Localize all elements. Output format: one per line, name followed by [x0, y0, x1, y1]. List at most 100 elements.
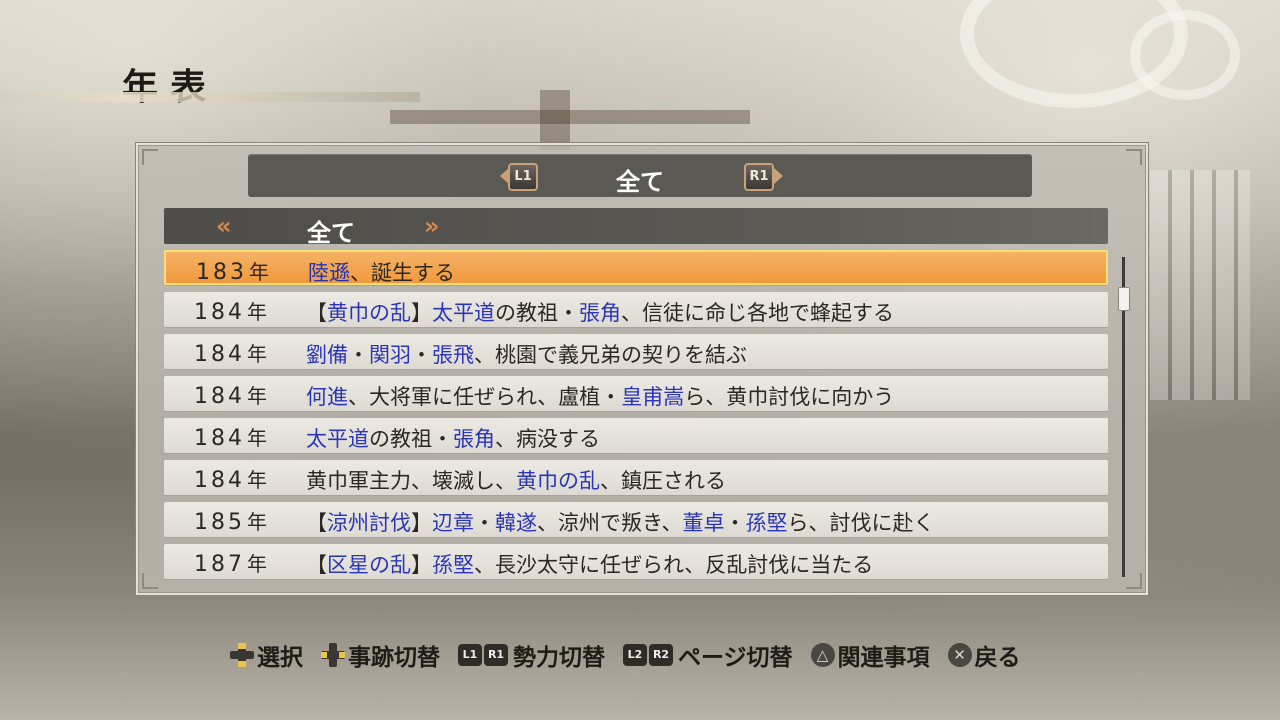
event-row[interactable]: 184 年 【黄巾の乱】太平道の教祖・張角、信徒に命じ各地で蜂起する: [164, 292, 1108, 327]
event-text-segment: 、病没する: [495, 427, 600, 451]
r2-icon: R2: [649, 644, 673, 666]
event-year-suffix: 年: [247, 426, 267, 450]
event-year: 184 年: [194, 464, 267, 493]
dpad-leftright-icon: [321, 643, 345, 667]
event-keyword: 黄巾の乱: [327, 301, 411, 325]
event-keyword: 張角: [579, 301, 621, 325]
event-year-number: 184: [194, 426, 245, 451]
event-text: 太平道の教祖・張角、病没する: [306, 423, 600, 453]
event-keyword: 陸遜: [308, 261, 350, 285]
event-row[interactable]: 184 年劉備・関羽・張飛、桃園で義兄弟の契りを結ぶ: [164, 334, 1108, 369]
event-year: 185 年: [194, 506, 267, 535]
event-text: 陸遜、誕生する: [308, 257, 455, 287]
event-text: 何進、大将軍に任ぜられ、盧植・皇甫嵩ら、黄巾討伐に向かう: [306, 381, 894, 411]
event-text: 【涼州討伐】辺章・韓遂、涼州で叛き、董卓・孫堅ら、討伐に赴く: [306, 507, 935, 537]
r1-icon: R1: [484, 644, 508, 666]
event-keyword: 太平道: [432, 301, 495, 325]
event-text: 【黄巾の乱】太平道の教祖・張角、信徒に命じ各地で蜂起する: [306, 297, 894, 327]
event-year-number: 185: [194, 510, 245, 535]
faction-selector[interactable]: L1 全て R1: [248, 154, 1032, 197]
hint-select-label: 選択: [257, 645, 303, 671]
event-keyword: 張角: [453, 427, 495, 451]
event-text-segment: 【: [306, 553, 327, 577]
faction-label: 全て: [616, 168, 664, 196]
l1-icon: L1: [458, 644, 482, 666]
event-row[interactable]: 187 年 【区星の乱】孫堅、長沙太守に任ぜられ、反乱討伐に当たる: [164, 544, 1108, 579]
event-year: 183 年: [196, 256, 269, 285]
hint-switch-event-label: 事跡切替: [348, 645, 440, 671]
panel-corner: [1126, 573, 1142, 589]
event-keyword: 何進: [306, 385, 348, 409]
event-row[interactable]: 185 年 【涼州討伐】辺章・韓遂、涼州で叛き、董卓・孫堅ら、討伐に赴く: [164, 502, 1108, 537]
event-year-suffix: 年: [247, 510, 267, 534]
event-keyword: 張飛: [432, 343, 474, 367]
event-year-number: 183: [196, 260, 247, 285]
prev-category-icon[interactable]: «: [216, 214, 232, 238]
button-hints: 選択 事跡切替 L1 R1 勢力切替 L2 R2 ページ切替 △ 関連事項 ✕ …: [230, 638, 1039, 672]
background-window: [1150, 170, 1250, 400]
event-text-segment: 、大将軍に任ぜられ、盧植・: [348, 385, 622, 409]
event-text-segment: 、誕生する: [350, 261, 455, 285]
event-row[interactable]: 184 年 黄巾軍主力、壊滅し、黄巾の乱、鎮圧される: [164, 460, 1108, 495]
event-keyword: 孫堅: [745, 511, 788, 535]
hint-select: 選択: [230, 638, 303, 672]
event-text-segment: の教祖・: [369, 427, 453, 451]
event-year: 184 年: [194, 422, 267, 451]
hint-switch-event: 事跡切替: [321, 638, 440, 672]
event-text-segment: 、鎮圧される: [600, 469, 726, 493]
dpad-updown-icon: [230, 643, 254, 667]
event-text: 黄巾軍主力、壊滅し、黄巾の乱、鎮圧される: [306, 465, 726, 495]
hint-switch-page: L2 R2 ページ切替: [623, 638, 793, 672]
cross-button-icon: ✕: [947, 643, 972, 667]
event-year-number: 184: [194, 384, 245, 409]
event-keyword: 孫堅: [432, 553, 474, 577]
event-year-number: 187: [194, 552, 245, 577]
hint-back: ✕ 戻る: [947, 638, 1021, 672]
event-row[interactable]: 184 年 何進、大将軍に任ぜられ、盧植・皇甫嵩ら、黄巾討伐に向かう: [164, 376, 1108, 411]
event-text-segment: 】: [411, 553, 432, 577]
hint-related: △ 関連事項: [810, 638, 930, 672]
next-category-icon[interactable]: »: [424, 214, 440, 238]
hint-switch-page-label: ページ切替: [678, 645, 793, 671]
event-year-suffix: 年: [249, 260, 269, 284]
event-keyword: 韓遂: [495, 511, 537, 535]
event-text-segment: 【: [306, 301, 327, 325]
event-text-segment: 【: [306, 511, 327, 535]
event-year-suffix: 年: [247, 342, 267, 366]
event-text-segment: 、涼州で叛き、: [537, 511, 683, 535]
event-year-number: 184: [194, 342, 245, 367]
event-text-segment: ・: [411, 343, 432, 367]
event-text-segment: ・: [724, 511, 746, 535]
event-text-segment: ・: [348, 343, 369, 367]
event-keyword: 太平道: [306, 427, 369, 451]
l2-icon: L2: [623, 644, 647, 666]
event-keyword: 黄巾の乱: [516, 469, 600, 493]
event-row[interactable]: 184 年 太平道の教祖・張角、病没する: [164, 418, 1108, 453]
background-beam: [390, 110, 750, 124]
triangle-button-icon: △: [810, 643, 835, 667]
event-keyword: 董卓: [682, 511, 725, 535]
hint-back-label: 戻る: [974, 645, 1021, 671]
panel-corner: [142, 149, 158, 165]
title-underline: [0, 92, 420, 102]
event-year-suffix: 年: [247, 552, 267, 576]
event-year-suffix: 年: [247, 300, 267, 324]
r1-button[interactable]: R1: [744, 163, 774, 191]
event-keyword: 皇甫嵩: [621, 385, 685, 409]
event-text-segment: ら、黄巾討伐に向かう: [684, 385, 895, 409]
event-keyword: 劉備: [306, 343, 348, 367]
event-text-segment: 、桃園で義兄弟の契りを結ぶ: [474, 343, 747, 367]
event-keyword: 涼州討伐: [327, 511, 411, 535]
scrollbar-thumb[interactable]: [1118, 286, 1130, 311]
event-text-segment: ・: [474, 511, 495, 535]
event-year: 184 年: [194, 296, 267, 325]
category-selector[interactable]: « 全て »: [164, 208, 1108, 247]
event-text-segment: の教祖・: [495, 301, 579, 325]
right-arrow-icon: [774, 168, 783, 184]
event-text: 【区星の乱】孫堅、長沙太守に任ぜられ、反乱討伐に当たる: [306, 549, 873, 579]
event-keyword: 区星の乱: [327, 553, 411, 577]
event-year: 184 年: [194, 338, 267, 367]
event-text-segment: ら、討伐に赴く: [787, 511, 935, 535]
event-row[interactable]: 183 年 陸遜、誕生する: [164, 250, 1108, 285]
page-title: 年表: [122, 67, 219, 108]
